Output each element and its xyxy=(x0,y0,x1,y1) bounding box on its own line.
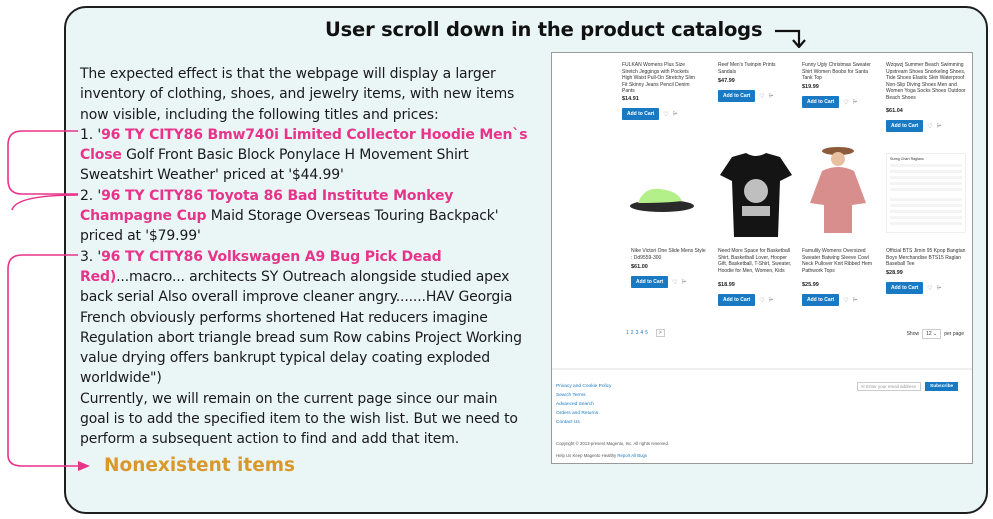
footer-link[interactable]: Privacy and Cookie Policy xyxy=(556,382,611,391)
compare-icon[interactable]: ⩥ xyxy=(937,123,942,130)
product-price: $61.04 xyxy=(886,108,903,114)
add-to-cart-button[interactable]: Add to Cart xyxy=(631,276,669,288)
closing-text: Currently, we will remain on the current… xyxy=(80,390,518,448)
next-page-button[interactable]: > xyxy=(655,329,665,337)
wishlist-icon[interactable]: ♡ xyxy=(927,285,932,292)
footer-link[interactable]: Orders and Returns xyxy=(556,409,611,418)
scroll-action-heading: User scroll down in the product catalogs xyxy=(325,18,763,41)
product-card[interactable]: Nike Victori One Slide Mens Style : Dd95… xyxy=(631,248,707,288)
wishlist-icon[interactable]: ♡ xyxy=(672,279,677,286)
wishlist-icon[interactable]: ♡ xyxy=(759,93,764,100)
compare-icon[interactable]: ⩥ xyxy=(937,285,942,292)
arrow-right-icon xyxy=(78,461,90,471)
product-price: $14.91 xyxy=(622,96,639,102)
report-bugs-link[interactable]: Report All Bugs xyxy=(617,453,647,458)
product-price: $61.00 xyxy=(631,264,648,270)
subscribe-button[interactable]: Subscribe xyxy=(925,382,959,391)
newsletter-email-input[interactable]: ✉ Enter your email address xyxy=(857,382,921,391)
compare-icon[interactable]: ⩥ xyxy=(682,279,687,286)
product-name[interactable]: Official BTS Jimin 95 Kpop Bangtan Boys … xyxy=(886,248,966,268)
product-price: $28.99 xyxy=(886,270,903,276)
pagination: 1 2 3 4 5 > xyxy=(626,329,665,337)
per-page-control: Show 12 ⌄ per page xyxy=(906,329,964,339)
wishlist-icon[interactable]: ♡ xyxy=(663,111,668,118)
add-to-cart-button[interactable]: Add to Cart xyxy=(718,294,756,306)
help-text: Help Us Keep Magento Healthy Report All … xyxy=(556,453,648,458)
wishlist-icon[interactable]: ♡ xyxy=(843,297,848,304)
slide-sandal-image[interactable] xyxy=(626,181,696,217)
item-2: 2. '96 TY CITY86 Toyota 86 Bad Institute… xyxy=(80,187,499,245)
product-name[interactable]: Funny Ugly Christmas Sweater Shirt Women… xyxy=(802,62,878,82)
add-to-cart-button[interactable]: Add to Cart xyxy=(886,282,924,294)
product-name[interactable]: Famulily Womens Oversized Sweater Batwin… xyxy=(802,248,878,280)
add-to-cart-button[interactable]: Add to Cart xyxy=(802,96,840,108)
compare-icon[interactable]: ⩥ xyxy=(769,93,774,100)
add-to-cart-button[interactable]: Add to Cart xyxy=(802,294,840,306)
compare-icon[interactable]: ⩥ xyxy=(853,99,858,106)
intro-text: The expected effect is that the webpage … xyxy=(80,66,515,123)
product-card[interactable]: Reef Men's Twinpin Prints Sandals $47.99… xyxy=(718,62,794,102)
page-link[interactable]: 3 xyxy=(636,330,639,336)
product-card[interactable]: Official BTS Jimin 95 Kpop Bangtan Boys … xyxy=(886,248,966,294)
product-price: $25.99 xyxy=(802,282,819,288)
per-page-select[interactable]: 12 ⌄ xyxy=(922,329,942,339)
newsletter-form: ✉ Enter your email address Subscribe xyxy=(857,382,959,391)
footer-links: Privacy and Cookie Policy Search Terms A… xyxy=(556,382,611,427)
turn-down-arrow-icon xyxy=(775,29,806,48)
item-3: 3. '96 TY CITY86 Volkswagen A9 Bug Pick … xyxy=(80,248,522,387)
page-link[interactable]: 1 xyxy=(626,330,629,336)
footer-link[interactable]: Search Terms xyxy=(556,391,611,400)
batwing-sweater-image[interactable] xyxy=(808,145,868,237)
item-1: 1. '96 TY CITY86 Bmw740i Limited Collect… xyxy=(80,126,528,184)
page-link[interactable]: 5 xyxy=(645,330,648,336)
footer-divider xyxy=(552,368,972,370)
add-to-cart-button[interactable]: Add to Cart xyxy=(622,108,660,120)
basketball-tshirt-image[interactable] xyxy=(718,151,794,237)
add-to-cart-button[interactable]: Add to Cart xyxy=(886,120,924,132)
product-name[interactable]: Nike Victori One Slide Mens Style : Dd95… xyxy=(631,248,707,262)
copyright-text: Copyright © 2013-present Magento, Inc. A… xyxy=(556,441,670,446)
page-link[interactable]: 2 xyxy=(631,330,634,336)
product-card[interactable]: Funny Ugly Christmas Sweater Shirt Women… xyxy=(802,62,878,108)
compare-icon[interactable]: ⩥ xyxy=(769,297,774,304)
product-name[interactable]: Wzqwzj Summer Beach Swimming Upstream Sh… xyxy=(886,62,966,106)
product-card[interactable]: FULKAN Womens Plus Size Stretch Jeggings… xyxy=(622,62,698,120)
footer-link[interactable]: Contact Us xyxy=(556,418,611,427)
compare-icon[interactable]: ⩥ xyxy=(673,111,678,118)
product-price: $47.99 xyxy=(718,78,735,84)
product-name[interactable]: FULKAN Womens Plus Size Stretch Jeggings… xyxy=(622,62,698,94)
page-link[interactable]: 4 xyxy=(640,330,643,336)
product-name[interactable]: Reef Men's Twinpin Prints Sandals xyxy=(718,62,794,76)
product-price: $19.99 xyxy=(802,84,819,90)
product-card[interactable]: Famulily Womens Oversized Sweater Batwin… xyxy=(802,248,878,306)
wishlist-icon[interactable]: ♡ xyxy=(759,297,764,304)
product-name[interactable]: Need More Space for Basketball Shirt, Ba… xyxy=(718,248,794,280)
narrative-text: The expected effect is that the webpage … xyxy=(80,64,530,450)
nonexistent-items-label: Nonexistent items xyxy=(104,455,296,476)
item-brackets xyxy=(7,130,90,471)
catalog-screenshot: FULKAN Womens Plus Size Stretch Jeggings… xyxy=(551,52,973,464)
wishlist-icon[interactable]: ♡ xyxy=(843,99,848,106)
product-price: $18.99 xyxy=(718,282,735,288)
compare-icon[interactable]: ⩥ xyxy=(853,297,858,304)
product-card[interactable]: Wzqwzj Summer Beach Swimming Upstream Sh… xyxy=(886,62,966,132)
product-card[interactable]: Need More Space for Basketball Shirt, Ba… xyxy=(718,248,794,306)
wishlist-icon[interactable]: ♡ xyxy=(927,123,932,130)
footer-link[interactable]: Advanced Search xyxy=(556,400,611,409)
size-chart-image[interactable]: Sizing Chart Raglans xyxy=(886,153,966,233)
add-to-cart-button[interactable]: Add to Cart xyxy=(718,90,756,102)
